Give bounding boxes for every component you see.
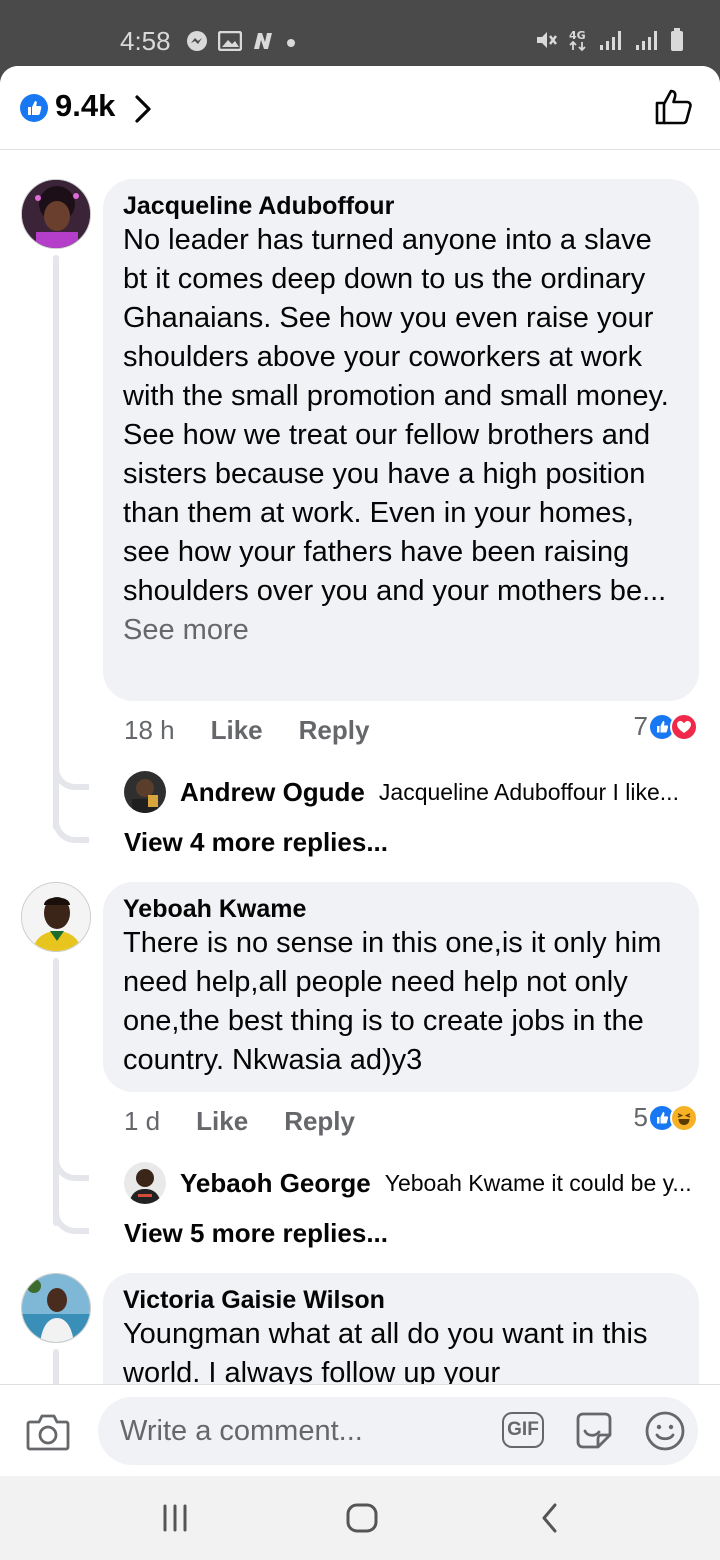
status-icons-right: 4G — [534, 28, 684, 57]
reaction-header[interactable]: 9.4k — [0, 66, 720, 150]
view-more-replies[interactable]: View 5 more replies... — [124, 1218, 388, 1249]
thread-line — [53, 958, 59, 1226]
status-bar: 4:58 4G — [0, 0, 720, 66]
like-post-button[interactable] — [654, 88, 694, 131]
reply-text: Yeboah Kwame it could be y... — [384, 1169, 692, 1196]
comment-text: There is no sense in this one,is it only… — [123, 927, 662, 1076]
reply-preview[interactable]: Yebaoh George Yeboah Kwame it could be y… — [124, 1162, 692, 1204]
reply-author[interactable]: Andrew Ogude — [180, 777, 365, 808]
comment-bubble[interactable]: Victoria Gaisie Wilson Youngman what at … — [103, 1273, 699, 1384]
comment-author[interactable]: Victoria Gaisie Wilson — [123, 1285, 679, 1315]
reply-avatar[interactable] — [124, 1162, 166, 1204]
status-time: 4:58 — [120, 26, 171, 56]
back-icon[interactable] — [536, 1498, 564, 1543]
like-button[interactable]: Like — [196, 1106, 248, 1137]
comment-author[interactable]: Jacqueline Aduboffour — [123, 191, 679, 221]
comment-actions: 18 h Like Reply — [124, 715, 369, 746]
svg-text:4G: 4G — [569, 29, 586, 42]
sticker-icon[interactable] — [572, 1409, 616, 1458]
like-reaction-icon — [20, 94, 48, 122]
comment-bubble[interactable]: Jacqueline Aduboffour No leader has turn… — [103, 179, 699, 701]
reaction-summary[interactable]: 7 — [634, 711, 698, 742]
dot-icon — [286, 35, 296, 53]
battery-icon — [670, 28, 684, 57]
home-icon[interactable] — [344, 1498, 380, 1543]
reaction-count: 7 — [633, 711, 648, 741]
comment-body: No leader has turned anyone into a slave… — [123, 224, 669, 607]
reply-text: Jacqueline Aduboffour I like... — [378, 778, 679, 805]
signal-icon — [598, 29, 624, 56]
avatar[interactable] — [21, 1273, 91, 1343]
camera-icon[interactable] — [26, 1413, 70, 1456]
like-button[interactable]: Like — [211, 715, 263, 746]
thread-line — [53, 255, 59, 830]
thread-elbow — [53, 813, 89, 843]
signal-icon — [634, 29, 660, 56]
gallery-icon — [217, 30, 243, 56]
4g-icon: 4G — [568, 28, 588, 57]
comment-bubble[interactable]: Yeboah Kwame There is no sense in this o… — [103, 882, 699, 1092]
comment-time: 1 d — [124, 1106, 161, 1136]
comment-actions: 1 d Like Reply — [124, 1106, 355, 1137]
avatar[interactable] — [21, 179, 91, 249]
reaction-count: 5 — [633, 1102, 648, 1132]
thread-line — [53, 1349, 59, 1384]
gif-button[interactable]: GIF — [502, 1412, 544, 1448]
mute-icon — [534, 29, 558, 56]
reply-button[interactable]: Reply — [299, 715, 370, 746]
comment-author[interactable]: Yeboah Kwame — [123, 894, 679, 924]
comments-sheet: 9.4k Jacqueline Aduboffour No leader has… — [0, 66, 720, 1476]
reply-author[interactable]: Yebaoh George — [180, 1168, 371, 1199]
reply-preview[interactable]: Andrew Ogude Jacqueline Aduboffour I lik… — [124, 771, 679, 813]
comment-composer: GIF — [0, 1384, 720, 1476]
emoji-icon[interactable] — [643, 1409, 687, 1458]
love-reaction-icon — [670, 712, 698, 741]
comment-time: 18 h — [124, 715, 175, 745]
reply-avatar[interactable] — [124, 771, 166, 813]
comment-text: No leader has turned anyone into a slave… — [123, 221, 679, 650]
system-nav-bar — [0, 1476, 720, 1560]
comment-text: Youngman what at all do you want in this… — [123, 1318, 648, 1384]
chevron-right-icon[interactable] — [133, 94, 153, 129]
n-app-icon — [252, 31, 276, 56]
thread-elbow — [53, 1204, 89, 1234]
see-more-link[interactable]: See more — [123, 614, 249, 646]
like-count: 9.4k — [55, 88, 116, 123]
recent-apps-icon[interactable] — [160, 1498, 190, 1543]
haha-reaction-icon — [670, 1103, 698, 1132]
reaction-summary[interactable]: 5 — [634, 1102, 698, 1133]
view-more-replies[interactable]: View 4 more replies... — [124, 827, 388, 858]
avatar[interactable] — [21, 882, 91, 952]
status-icons-left — [186, 30, 296, 57]
reply-button[interactable]: Reply — [284, 1106, 355, 1137]
messenger-icon — [186, 30, 208, 57]
comments-list[interactable]: Jacqueline Aduboffour No leader has turn… — [0, 151, 720, 1384]
